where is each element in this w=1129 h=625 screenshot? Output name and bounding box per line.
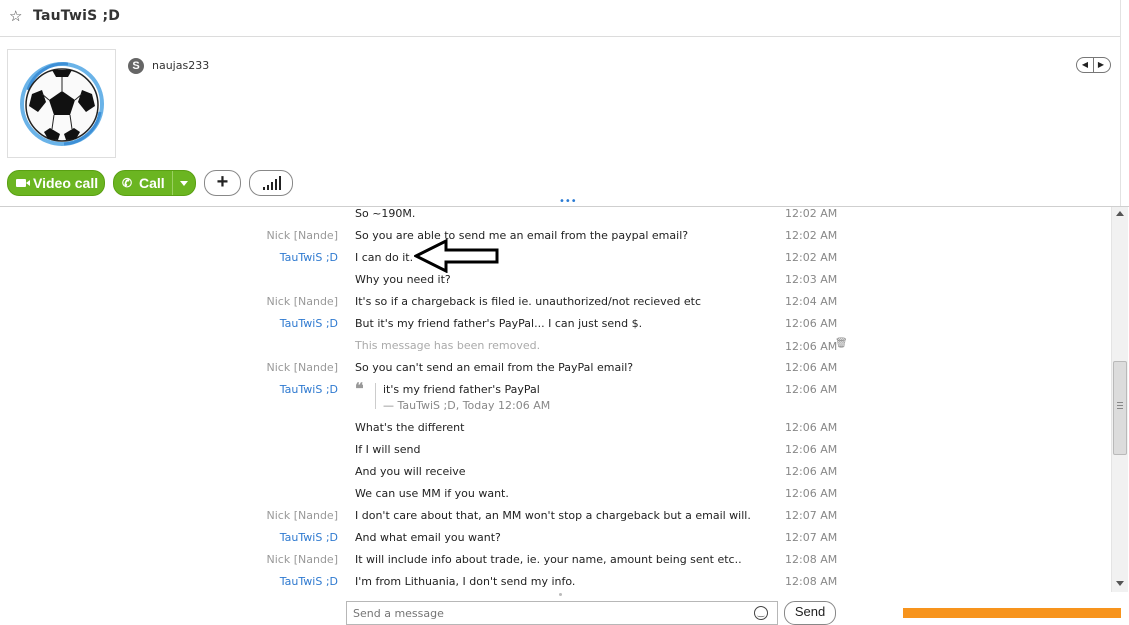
call-label: Call [139, 175, 165, 191]
message-timestamp: 12:06 AM [785, 421, 838, 434]
message-composer[interactable]: ‿ [346, 601, 778, 625]
message-timestamp: 12:02 AM [785, 207, 838, 220]
trash-icon[interactable]: 🗑 [835, 338, 848, 349]
message-list: So ~190M. 12:02 AM Nick [Nande] So you are … [0, 207, 1110, 594]
chat-scrollbar[interactable] [1111, 207, 1128, 592]
message-timestamp: 12:07 AM [785, 531, 838, 544]
message-text: And what email you want? [355, 531, 501, 544]
message-timestamp: 12:08 AM [785, 553, 838, 566]
message-timestamp: 12:02 AM [785, 251, 838, 264]
message-text: If I will send [355, 443, 421, 456]
message-text: I don't care about that, an MM won't sto… [355, 509, 751, 522]
avatar[interactable] [7, 49, 116, 158]
notification-banner[interactable] [903, 608, 1121, 618]
message-text: But it's my friend father's PayPal... I … [355, 317, 643, 330]
message-text: So ~190M. [355, 207, 416, 220]
message-text: So you are able to send me an email from… [355, 229, 689, 242]
message-sender[interactable]: Nick [Nande] [267, 509, 338, 522]
previous-arrow-icon[interactable]: ◀ [1077, 58, 1094, 72]
scroll-thumb[interactable] [1113, 361, 1127, 455]
scroll-up-arrow-icon[interactable] [1116, 211, 1124, 216]
video-call-label: Video call [33, 175, 99, 191]
message-timestamp: 12:02 AM [785, 229, 838, 242]
message-timestamp: 12:06 AM [785, 487, 838, 500]
message-timestamp: 12:06 AM [785, 465, 838, 478]
message-text: And you will receive [355, 465, 466, 478]
message-timestamp: 12:07 AM [785, 509, 838, 522]
message-sender[interactable]: TauTwiS ;D [280, 317, 338, 330]
scroll-down-arrow-icon[interactable] [1116, 581, 1124, 586]
message-sender[interactable]: Nick [Nande] [267, 361, 338, 374]
message-sender[interactable]: Nick [Nande] [267, 553, 338, 566]
message-timestamp: 12:03 AM [785, 273, 838, 286]
profile-nav: ◀ ▶ [1076, 57, 1111, 73]
message-sender[interactable]: TauTwiS ;D [280, 575, 338, 588]
message-timestamp: 12:06 AM [785, 383, 838, 396]
send-button[interactable]: Send [784, 601, 836, 625]
composer-resize-grip[interactable] [559, 593, 562, 596]
quote-bar [375, 383, 376, 409]
message-text: It will include info about trade, ie. yo… [355, 553, 742, 566]
next-arrow-icon[interactable]: ▶ [1093, 58, 1109, 72]
video-camera-icon [16, 179, 30, 187]
message-timestamp: 12:06 AM [785, 361, 838, 374]
message-text: So you can't send an email from the PayP… [355, 361, 634, 374]
removed-message-text: This message has been removed. [355, 339, 541, 352]
message-sender[interactable]: Nick [Nande] [267, 295, 338, 308]
call-quality-button[interactable] [249, 170, 293, 196]
message-text: We can use MM if you want. [355, 487, 509, 500]
message-text: I'm from Lithuania, I don't send my info… [355, 575, 576, 588]
soccer-ball-icon [20, 62, 104, 146]
plus-icon: + [216, 171, 229, 193]
star-icon[interactable]: ☆ [9, 6, 22, 26]
message-text: I can do it. [355, 251, 414, 264]
conversation-header: ☆ TauTwiS ;D [0, 0, 1120, 37]
phone-icon: ✆ [122, 176, 133, 190]
message-timestamp: 12:06 AM [785, 340, 838, 353]
message-timestamp: 12:04 AM [785, 295, 838, 308]
message-input[interactable] [353, 604, 743, 622]
skype-icon: S [128, 58, 144, 74]
message-timestamp: 12:06 AM [785, 443, 838, 456]
message-sender[interactable]: TauTwiS ;D [280, 251, 338, 264]
call-divider [172, 171, 173, 195]
conversation-title: TauTwiS ;D [33, 8, 121, 24]
message-timestamp: 12:08 AM [785, 575, 838, 588]
quote-meta: — TauTwiS ;D, Today 12:06 AM [383, 399, 551, 412]
call-button[interactable]: ✆ Call [113, 170, 196, 196]
video-call-button[interactable]: Video call [7, 170, 105, 196]
message-text: What's the different [355, 421, 465, 434]
add-button[interactable]: + [204, 170, 241, 196]
message-sender[interactable]: TauTwiS ;D [280, 531, 338, 544]
quote-text: it's my friend father's PayPal [383, 383, 540, 396]
arrow-annotation-icon [414, 239, 499, 273]
message-sender[interactable]: Nick [Nande] [267, 229, 338, 242]
panel-border [1120, 0, 1121, 207]
call-options-chevron-icon[interactable] [180, 181, 188, 186]
quote-icon: ❝ [355, 379, 364, 398]
message-sender[interactable]: TauTwiS ;D [280, 383, 338, 396]
message-text: It's so if a chargeback is filed ie. una… [355, 295, 702, 308]
skype-username: naujas233 [152, 59, 210, 72]
message-timestamp: 12:06 AM [785, 317, 838, 330]
message-text: Why you need it? [355, 273, 451, 286]
grip-icon [1117, 402, 1123, 403]
